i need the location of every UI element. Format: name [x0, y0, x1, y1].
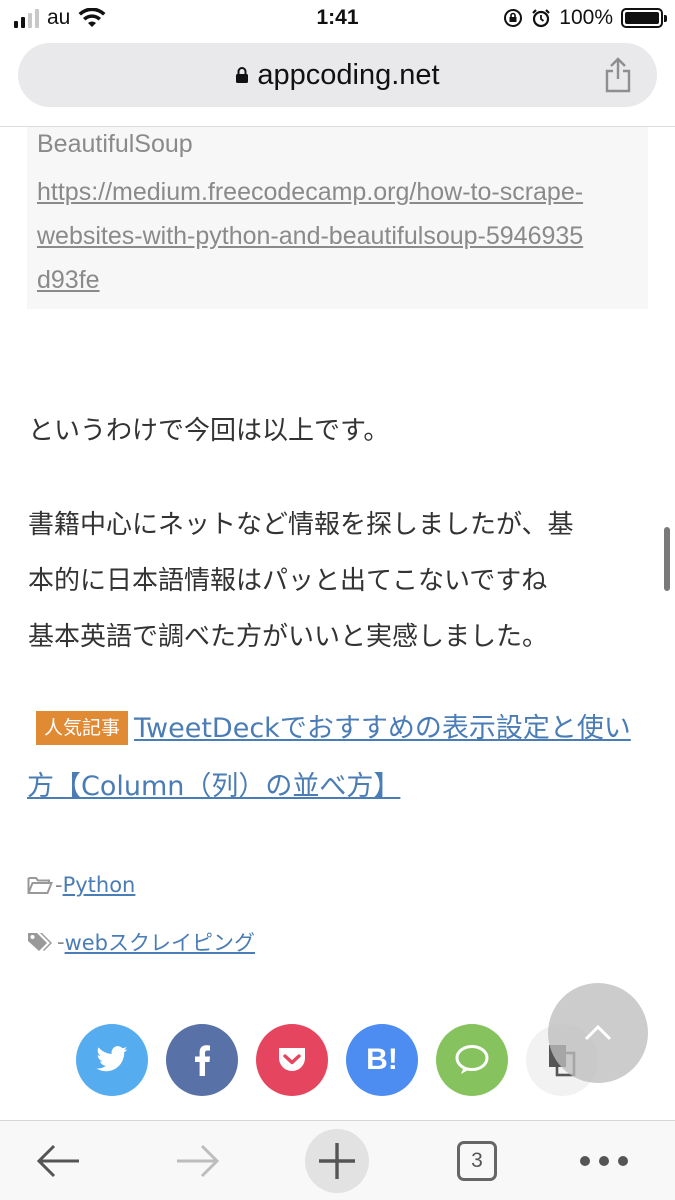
- tag-prefix: -: [57, 930, 65, 954]
- alarm-icon: [532, 9, 551, 28]
- facebook-icon: [195, 1045, 210, 1076]
- scroll-to-top-button[interactable]: [548, 983, 648, 1083]
- tabs-button[interactable]: 3: [445, 1129, 509, 1193]
- address-bar[interactable]: appcoding.net: [18, 43, 657, 107]
- arrow-right-icon: [177, 1144, 220, 1178]
- forward-button[interactable]: [166, 1129, 230, 1193]
- more-button[interactable]: [572, 1129, 636, 1193]
- tag-row: - webスクレイピング: [27, 927, 255, 957]
- paragraph-summary-line: 基本英語で調べた方がいいと実感しました。: [28, 622, 549, 652]
- twitter-share-button[interactable]: [76, 1024, 148, 1096]
- category-link[interactable]: Python: [63, 873, 136, 897]
- rotation-lock-icon: [504, 9, 523, 27]
- share-icon[interactable]: [603, 57, 633, 93]
- category-prefix: -: [55, 873, 63, 897]
- paragraph-conclusion: というわけで今回は以上です。: [28, 416, 390, 446]
- back-button[interactable]: [26, 1129, 90, 1193]
- twitter-icon: [96, 1046, 128, 1072]
- url-domain: appcoding.net: [257, 58, 440, 91]
- paragraph-summary: 書籍中心にネットなど情報を探しましたが、基 本的に日本語情報はパッと出てこないで…: [28, 497, 643, 665]
- hatena-label: B!: [366, 1043, 398, 1076]
- page-scrollbar[interactable]: [664, 527, 670, 591]
- reference-label: BeautifulSoup: [37, 130, 193, 158]
- arrow-left-icon: [36, 1144, 79, 1178]
- chevron-up-icon: [584, 1024, 612, 1041]
- battery-icon: [621, 8, 667, 28]
- lock-icon: [236, 67, 249, 83]
- browser-toolbar: 3: [0, 1120, 675, 1200]
- reference-link[interactable]: https://medium.freecodecamp.org/how-to-s…: [37, 170, 597, 302]
- pocket-icon: [279, 1048, 305, 1071]
- folder-icon: [27, 877, 53, 894]
- plus-icon: [319, 1143, 355, 1179]
- url-display[interactable]: appcoding.net: [18, 43, 657, 107]
- hatena-bookmark-button[interactable]: B!: [346, 1024, 418, 1096]
- popular-article: 人気記事 TweetDeckでおすすめの表示設定と使い方【Column（列）の並べ…: [27, 700, 642, 816]
- new-tab-button[interactable]: [305, 1129, 369, 1193]
- more-dots-icon: [580, 1156, 628, 1166]
- popular-badge: 人気記事: [36, 711, 129, 745]
- paragraph-summary-line: 本的に日本語情報はパッと出てこないですね: [28, 566, 548, 596]
- category-row: - Python: [27, 873, 135, 897]
- share-buttons: B!: [76, 1024, 598, 1096]
- tab-count: 3: [457, 1141, 497, 1181]
- pocket-share-button[interactable]: [256, 1024, 328, 1096]
- status-bar: au 1:41 100%: [0, 0, 675, 40]
- tags-icon: [28, 933, 52, 951]
- battery-percent: 100%: [559, 6, 613, 29]
- tag-link[interactable]: webスクレイピング: [65, 927, 255, 957]
- paragraph-summary-line: 書籍中心にネットなど情報を探しましたが、基: [28, 510, 574, 540]
- facebook-share-button[interactable]: [166, 1024, 238, 1096]
- status-right: 100%: [503, 6, 667, 30]
- line-share-button[interactable]: [436, 1024, 508, 1096]
- speech-bubble-icon: [455, 1045, 489, 1074]
